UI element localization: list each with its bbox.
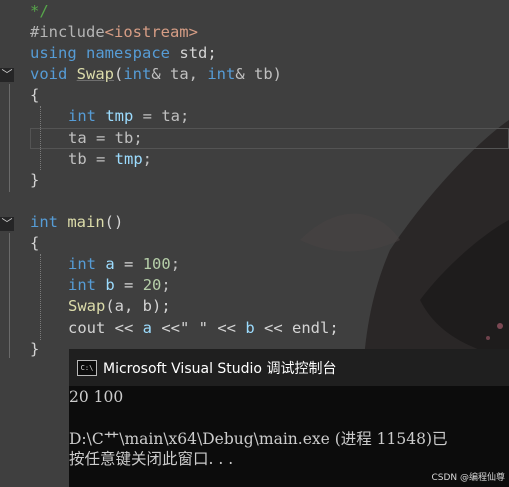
code-line-include: #include<iostream>: [30, 23, 198, 41]
code-line-main-signature: int main(): [30, 213, 124, 231]
console-app-icon: C:\: [77, 359, 97, 376]
code-line-int-tmp: int tmp = ta;: [68, 107, 190, 125]
fold-region-bar: [9, 233, 10, 358]
code-line-main-brace-open: {: [30, 234, 40, 252]
code-line-swap-call: Swap(a, b);: [68, 297, 171, 315]
code-line-brace-close: }: [30, 171, 40, 189]
indent-guide: [40, 106, 41, 170]
debug-console-window[interactable]: C:\ Microsoft Visual Studio 调试控制台 20 100…: [69, 349, 509, 487]
console-output-line: 20 100: [69, 388, 124, 406]
console-title: Microsoft Visual Studio 调试控制台: [103, 360, 337, 377]
collapse-swap-chevron-icon[interactable]: ﹀: [0, 68, 14, 82]
csdn-watermark: CSDN @编程仙尊: [431, 473, 505, 483]
collapse-main-chevron-icon[interactable]: ﹀: [0, 217, 14, 231]
code-line-cout: cout << a <<" " << b << endl;: [68, 319, 339, 337]
code-line-main-brace-close: }: [30, 340, 40, 358]
code-line-swap-signature: void Swap(int& ta, int& tb): [30, 65, 283, 83]
code-line-comment-end: */: [30, 2, 49, 20]
console-titlebar[interactable]: C:\ Microsoft Visual Studio 调试控制台: [69, 349, 509, 386]
code-line-ta-assign: ta = tb;: [68, 129, 143, 147]
code-line-tb-assign: tb = tmp;: [68, 150, 153, 168]
console-output-line: D:\C艹\main\x64\Debug\main.exe (进程 11548)…: [69, 430, 448, 448]
code-line-using: using namespace std;: [30, 44, 217, 62]
code-line-int-a: int a = 100;: [68, 255, 181, 273]
fold-region-bar: [9, 84, 10, 192]
code-line-int-b: int b = 20;: [68, 276, 171, 294]
code-line-brace-open: {: [30, 86, 40, 104]
indent-guide: [40, 254, 41, 340]
console-output-line: 按任意键关闭此窗口. . .: [69, 450, 234, 468]
